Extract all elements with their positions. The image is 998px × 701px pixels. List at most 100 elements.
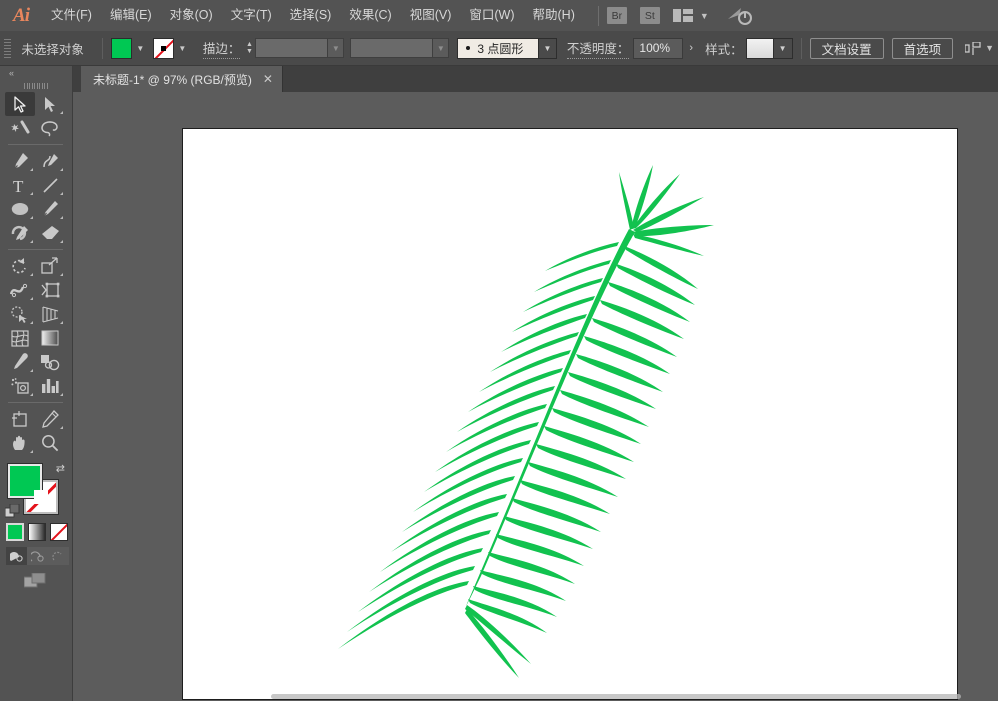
screen-mode-button[interactable] <box>24 573 46 594</box>
selection-status-label: 未选择对象 <box>21 39 84 58</box>
rotate-tool[interactable] <box>5 254 35 278</box>
menu-edit[interactable]: 编辑(E) <box>101 0 161 31</box>
draw-normal-button[interactable] <box>6 547 27 565</box>
menu-select[interactable]: 选择(S) <box>281 0 341 31</box>
stroke-profile-dropdown-icon[interactable]: ▼ <box>432 38 449 58</box>
menu-object[interactable]: 对象(O) <box>161 0 222 31</box>
opacity-input[interactable]: 100% <box>633 38 683 59</box>
paintbrush-tool[interactable] <box>35 197 65 221</box>
column-graph-tool[interactable] <box>35 374 65 398</box>
tool-corner-indicator <box>30 450 33 453</box>
menu-file[interactable]: 文件(F) <box>42 0 101 31</box>
stroke-weight-dropdown-icon[interactable]: ▼ <box>327 38 344 58</box>
preferences-button[interactable]: 首选项 <box>892 38 954 59</box>
tools-divider-3 <box>8 402 63 403</box>
tools-panel-grip[interactable] <box>0 80 72 92</box>
document-tab[interactable]: 未标题-1* @ 97% (RGB/预览) ✕ <box>81 66 283 92</box>
gradient-tool[interactable] <box>35 326 65 350</box>
color-mode-button[interactable] <box>6 523 24 541</box>
stock-icon[interactable]: St <box>640 7 660 24</box>
brush-dropdown-icon[interactable]: ▼ <box>538 38 557 59</box>
fill-dropdown-icon[interactable]: ▼ <box>132 38 149 59</box>
ellipse-tool[interactable] <box>5 197 35 221</box>
tool-group-draw: T <box>0 149 73 245</box>
blend-tool[interactable] <box>35 350 65 374</box>
fill-swatch[interactable] <box>111 38 132 59</box>
arrange-documents-icon[interactable] <box>673 9 693 22</box>
pen-tool[interactable] <box>5 149 35 173</box>
close-icon[interactable]: ✕ <box>263 73 273 85</box>
align-panel-icon[interactable] <box>965 42 981 55</box>
artboard[interactable] <box>182 128 958 700</box>
stroke-weight-label[interactable]: 描边： <box>203 38 241 59</box>
eyedropper-tool[interactable] <box>5 350 35 374</box>
horizontal-scrollbar[interactable] <box>271 694 961 699</box>
align-chevron-down-icon[interactable]: ▼ <box>985 43 994 53</box>
eraser-tool[interactable] <box>35 221 65 245</box>
width-tool[interactable] <box>5 278 35 302</box>
bridge-icon[interactable]: Br <box>607 7 627 24</box>
style-label: 样式： <box>705 39 743 58</box>
magic-wand-tool[interactable] <box>5 116 35 140</box>
canvas-area[interactable] <box>73 92 998 701</box>
stroke-weight-input[interactable] <box>255 38 328 58</box>
default-fill-stroke-icon[interactable] <box>5 504 21 525</box>
shape-builder-tool[interactable] <box>5 302 35 326</box>
mesh-tool[interactable] <box>5 326 35 350</box>
none-mode-button[interactable] <box>50 523 68 541</box>
opacity-label[interactable]: 不透明度： <box>567 38 630 59</box>
menu-view[interactable]: 视图(V) <box>401 0 461 31</box>
stroke-weight-stepper[interactable]: ▲▼ <box>244 38 254 58</box>
shaper-tool[interactable] <box>5 221 35 245</box>
collapse-panel-icon[interactable]: « <box>0 66 72 80</box>
perspective-grid-tool[interactable] <box>35 302 65 326</box>
brush-preview-dot <box>466 46 470 50</box>
swap-fill-stroke-icon[interactable]: ⇄ <box>56 462 65 475</box>
gradient-mode-button[interactable] <box>28 523 46 541</box>
graphic-style-swatch[interactable] <box>746 38 774 59</box>
control-bar: 未选择对象 ▼ ▼ 描边： ▲▼ ▼ ▼ 3 点圆形 ▼ 不透明度： 100% … <box>0 31 998 66</box>
control-bar-grip[interactable] <box>4 37 12 59</box>
draw-inside-button[interactable] <box>48 547 69 565</box>
tool-corner-indicator <box>30 168 33 171</box>
lasso-tool[interactable] <box>35 116 65 140</box>
free-transform-tool[interactable] <box>35 278 65 302</box>
slice-tool[interactable] <box>35 407 65 431</box>
scale-tool[interactable] <box>35 254 65 278</box>
stroke-dropdown-icon[interactable]: ▼ <box>174 38 191 59</box>
chevron-down-icon[interactable]: ▼ <box>700 11 709 21</box>
tool-group-transform <box>0 254 73 398</box>
menu-type[interactable]: 文字(T) <box>222 0 281 31</box>
menu-window[interactable]: 窗口(W) <box>460 0 523 31</box>
brush-definition-label: 3 点圆形 <box>477 40 523 57</box>
artboard-tool[interactable] <box>5 407 35 431</box>
tool-corner-indicator <box>30 393 33 396</box>
graphic-style-control[interactable]: ▼ <box>746 38 793 59</box>
type-tool[interactable]: T <box>5 173 35 197</box>
stroke-color-control[interactable]: ▼ <box>153 38 191 59</box>
symbol-sprayer-tool[interactable] <box>5 374 35 398</box>
zoom-tool[interactable] <box>35 431 65 455</box>
sync-settings-icon[interactable] <box>727 7 754 25</box>
stroke-swatch-none[interactable] <box>153 38 174 59</box>
opacity-expand-icon[interactable]: › <box>683 38 699 59</box>
draw-behind-button[interactable] <box>27 547 48 565</box>
menu-effect[interactable]: 效果(C) <box>340 0 400 31</box>
menu-bar: Ai 文件(F) 编辑(E) 对象(O) 文字(T) 选择(S) 效果(C) 视… <box>0 0 998 31</box>
document-setup-button[interactable]: 文档设置 <box>810 38 884 59</box>
brush-definition-input[interactable]: 3 点圆形 <box>457 38 538 59</box>
app-logo: Ai <box>0 0 42 31</box>
menu-help[interactable]: 帮助(H) <box>524 0 584 31</box>
palm-frond-leaf-artwork[interactable] <box>183 129 959 701</box>
line-segment-tool[interactable] <box>35 173 65 197</box>
fill-color-control[interactable]: ▼ <box>111 38 149 59</box>
stroke-profile-input[interactable] <box>350 38 432 58</box>
tool-corner-indicator <box>30 240 33 243</box>
tool-corner-indicator <box>30 192 33 195</box>
curvature-tool[interactable] <box>35 149 65 173</box>
direct-selection-tool[interactable] <box>35 92 65 116</box>
selection-tool[interactable] <box>5 92 35 116</box>
graphic-style-dropdown-icon[interactable]: ▼ <box>774 38 793 59</box>
stroke-inner-hole <box>34 490 48 504</box>
hand-tool[interactable] <box>5 431 35 455</box>
